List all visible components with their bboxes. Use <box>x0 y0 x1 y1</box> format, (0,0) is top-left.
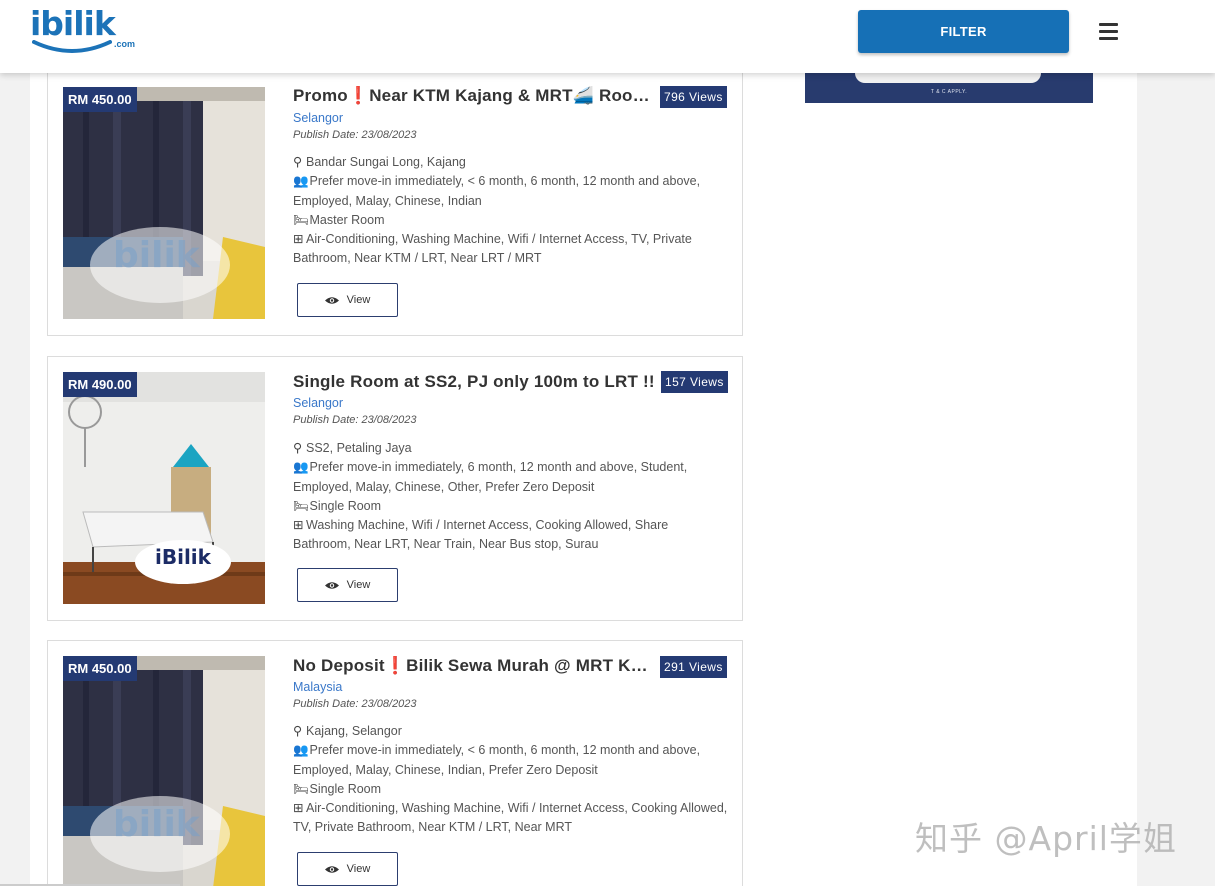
top-navbar: ibilik .com FILTER <box>0 0 1215 73</box>
photo-watermark: bilik <box>113 235 200 276</box>
publish-date: Publish Date: 23/08/2023 <box>293 414 417 426</box>
facilities-text: Washing Machine, Wifi / Internet Access,… <box>293 518 669 552</box>
preferences-row: 👥 Prefer move-in immediately, < 6 month,… <box>293 741 728 780</box>
facilities-row: ⊞ Air-Conditioning, Washing Machine, Wifi… <box>293 799 728 838</box>
location-row: ⚲ Bandar Sungai Long, Kajang <box>293 153 728 172</box>
map-marker-icon: ⚲ <box>293 724 303 738</box>
bed-icon: 🛏 <box>293 212 309 227</box>
room-type-text: Master Room <box>309 212 385 227</box>
map-marker-icon: ⚲ <box>293 155 303 169</box>
plus-square-icon: ⊞ <box>293 801 304 816</box>
listing-title[interactable]: No Deposit❗Bilik Sewa Murah @ MRT Kajang <box>293 656 655 676</box>
view-button-label: View <box>346 294 371 306</box>
preferences-row: 👥 Prefer move-in immediately, 6 month, 1… <box>293 458 728 497</box>
photo-watermark: bilik <box>113 804 200 845</box>
preferences-text: Prefer move-in immediately, < 6 month, 6… <box>293 743 701 777</box>
listing-title[interactable]: Single Room at SS2, PJ only 100m to LRT … <box>293 372 661 392</box>
users-icon: 👥 <box>293 743 309 758</box>
view-button-label: View <box>346 579 371 591</box>
listing-card[interactable]: RM 450.00 bilik Promo❗Near KTM Kajang & … <box>47 56 743 336</box>
listing-title[interactable]: Promo❗Near KTM Kajang & MRT🚄 Room Near t… <box>293 86 661 106</box>
users-icon: 👥 <box>293 460 309 475</box>
room-type-text: Single Room <box>309 498 382 513</box>
logo-text: ibilik <box>30 4 116 43</box>
eye-icon <box>324 865 339 873</box>
facilities-row: ⊞ Washing Machine, Wifi / Internet Access… <box>293 516 728 555</box>
listing-details: ⚲ Kajang, Selangor 👥 Prefer move-in immed… <box>293 722 728 838</box>
bed-icon: 🛏 <box>293 498 309 513</box>
location-text: SS2, Petaling Jaya <box>306 441 412 455</box>
listing-photo[interactable]: RM 450.00 bilik <box>63 87 265 319</box>
preferences-text: Prefer move-in immediately, < 6 month, 6… <box>293 174 701 208</box>
price-badge: RM 450.00 <box>63 656 137 681</box>
listing-card[interactable]: RM 490.00 iBilik Single Room at SS2, PJ … <box>47 356 743 621</box>
plus-square-icon: ⊞ <box>293 518 304 533</box>
room-type-row: 🛏 Single Room <box>293 780 728 799</box>
view-button[interactable]: View <box>297 568 398 602</box>
map-marker-icon: ⚲ <box>293 441 303 455</box>
listing-photo[interactable]: RM 450.00 bilik <box>63 656 265 886</box>
view-button[interactable]: View <box>297 852 398 886</box>
bed-icon: 🛏 <box>293 781 309 796</box>
price-badge: RM 490.00 <box>63 372 137 397</box>
preferences-row: 👥 Prefer move-in immediately, < 6 month,… <box>293 172 728 211</box>
view-button-label: View <box>346 863 371 875</box>
listing-state[interactable]: Selangor <box>293 111 343 125</box>
ad-banner[interactable]: T & C APPLY. <box>805 73 1093 103</box>
users-icon: 👥 <box>293 174 309 189</box>
room-type-row: 🛏 Master Room <box>293 211 728 230</box>
location-text: Bandar Sungai Long, Kajang <box>306 155 466 169</box>
view-button[interactable]: View <box>297 283 398 317</box>
listing-state[interactable]: Malaysia <box>293 680 342 694</box>
location-text: Kajang, Selangor <box>306 724 402 738</box>
listing-card[interactable]: RM 450.00 bilik No Deposit❗Bilik Sewa Mu… <box>47 640 743 886</box>
room-type-text: Single Room <box>309 781 382 796</box>
facilities-text: Air-Conditioning, Washing Machine, Wifi … <box>293 801 728 835</box>
photo-watermark: iBilik <box>155 545 211 569</box>
banner-terms-text: T & C APPLY. <box>930 89 968 95</box>
listing-state[interactable]: Selangor <box>293 396 343 410</box>
publish-date: Publish Date: 23/08/2023 <box>293 698 417 710</box>
zhihu-watermark: 知乎 @April学姐 <box>915 819 1177 858</box>
listing-photo[interactable]: RM 490.00 iBilik <box>63 372 265 604</box>
facilities-row: ⊞ Air-Conditioning, Washing Machine, Wifi… <box>293 230 728 269</box>
room-photo-image <box>63 656 265 886</box>
listing-details: ⚲ Bandar Sungai Long, Kajang 👥 Prefer mov… <box>293 153 728 269</box>
eye-icon <box>324 296 339 304</box>
preferences-text: Prefer move-in immediately, 6 month, 12 … <box>293 460 688 494</box>
views-badge: 291 Views <box>660 656 727 678</box>
eye-icon <box>324 581 339 589</box>
room-photo-image <box>63 372 265 604</box>
logo-smile-icon <box>32 40 112 53</box>
room-photo-image <box>63 87 265 319</box>
location-row: ⚲ SS2, Petaling Jaya <box>293 439 728 458</box>
publish-date: Publish Date: 23/08/2023 <box>293 129 417 141</box>
logo-suffix: .com <box>114 39 136 49</box>
views-badge: 796 Views <box>660 86 727 108</box>
facilities-text: Air-Conditioning, Washing Machine, Wifi … <box>293 232 692 266</box>
filter-button[interactable]: FILTER <box>858 10 1069 53</box>
banner-pill <box>855 73 1041 83</box>
price-badge: RM 450.00 <box>63 87 137 112</box>
location-row: ⚲ Kajang, Selangor <box>293 722 728 741</box>
views-badge: 157 Views <box>661 371 728 393</box>
listing-details: ⚲ SS2, Petaling Jaya 👥 Prefer move-in imm… <box>293 439 728 555</box>
hamburger-menu-icon[interactable] <box>1099 23 1118 40</box>
plus-square-icon: ⊞ <box>293 232 304 247</box>
room-type-row: 🛏 Single Room <box>293 497 728 516</box>
ibilik-logo[interactable]: ibilik .com <box>30 4 135 56</box>
